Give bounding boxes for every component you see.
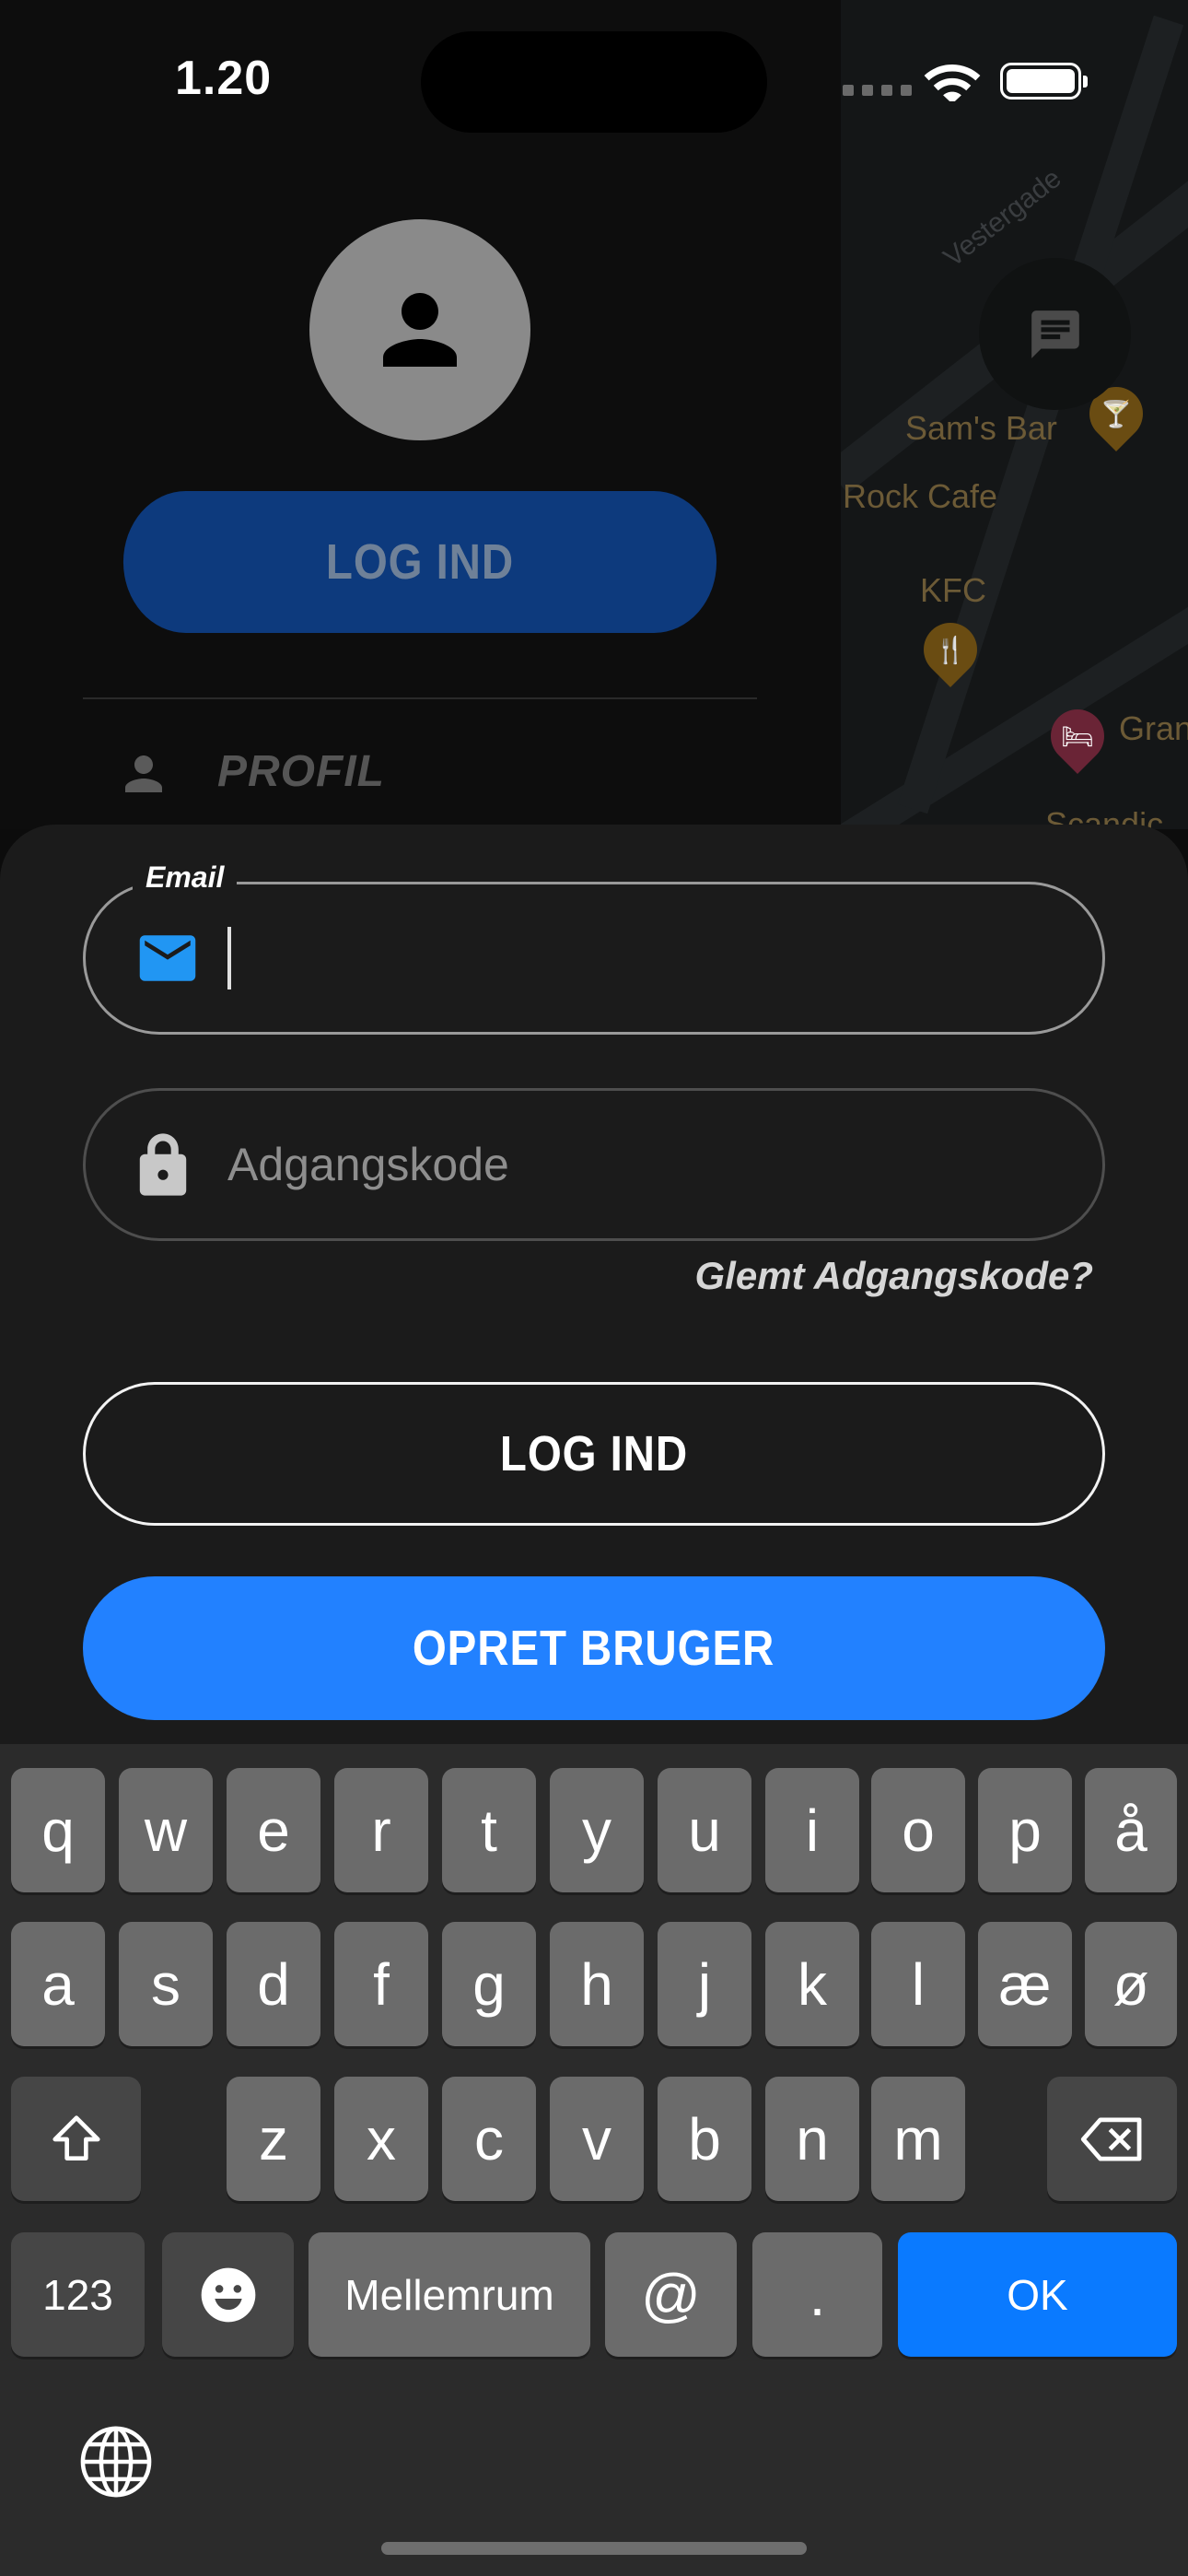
key-i[interactable]: i: [765, 1768, 859, 1892]
key-y[interactable]: y: [550, 1768, 644, 1892]
backspace-key[interactable]: [1047, 2077, 1177, 2201]
globe-icon[interactable]: [77, 2423, 155, 2500]
key-x[interactable]: x: [334, 2077, 428, 2201]
key-u[interactable]: u: [658, 1768, 751, 1892]
key-n[interactable]: n: [765, 2077, 859, 2201]
restaurant-pin-icon[interactable]: 🍴: [912, 611, 989, 688]
space-key[interactable]: Mellemrum: [309, 2232, 590, 2357]
key-k[interactable]: k: [765, 1922, 859, 2046]
key-h[interactable]: h: [550, 1922, 644, 2046]
drawer-item-profile[interactable]: PROFIL: [217, 746, 385, 797]
map-label-gran: Gran: [1119, 709, 1188, 747]
lock-icon: [137, 1133, 189, 1196]
at-key[interactable]: @: [605, 2232, 737, 2357]
map-label-kfc: KFC: [920, 571, 986, 609]
key-ae[interactable]: æ: [978, 1922, 1072, 2046]
emoji-key[interactable]: [162, 2232, 294, 2357]
map-street-label: Vestergade: [938, 162, 1067, 274]
numbers-key[interactable]: 123: [11, 2232, 145, 2357]
divider: [83, 697, 757, 699]
keyboard: q w e r t y u i o p å a s d f g h j k l …: [0, 1744, 1188, 2576]
key-j[interactable]: j: [658, 1922, 751, 2046]
login-button-label: LOG IND: [499, 1426, 689, 1481]
map-view[interactable]: Vestergade Sam's Bar Rock Cafe KFC Gran …: [841, 0, 1188, 829]
status-time: 1.20: [175, 52, 273, 105]
ok-key[interactable]: OK: [898, 2232, 1177, 2357]
password-input[interactable]: [227, 1091, 1047, 1238]
forgot-password-link[interactable]: Glemt Adgangskode?: [695, 1254, 1094, 1298]
key-aa[interactable]: å: [1085, 1768, 1177, 1892]
map-label-sams-bar: Sam's Bar: [905, 409, 1057, 447]
key-l[interactable]: l: [871, 1922, 965, 2046]
home-indicator: [381, 2542, 807, 2555]
key-w[interactable]: w: [119, 1768, 213, 1892]
backspace-icon: [1080, 2116, 1141, 2161]
key-oe[interactable]: ø: [1085, 1922, 1177, 2046]
battery-icon: [1000, 63, 1088, 100]
email-input[interactable]: [227, 884, 1047, 1032]
text-cursor: [227, 927, 231, 989]
person-icon: [383, 293, 457, 367]
key-f[interactable]: f: [334, 1922, 428, 2046]
password-field[interactable]: [83, 1088, 1105, 1241]
key-o[interactable]: o: [871, 1768, 965, 1892]
chat-icon: [1031, 310, 1079, 358]
dynamic-island: [421, 31, 767, 133]
shift-icon: [52, 2114, 100, 2160]
key-d[interactable]: d: [227, 1922, 320, 2046]
key-e[interactable]: e: [227, 1768, 320, 1892]
chat-button[interactable]: [979, 258, 1131, 410]
create-user-button-label: OPRET BRUGER: [413, 1621, 775, 1676]
key-s[interactable]: s: [119, 1922, 213, 2046]
create-user-button[interactable]: OPRET BRUGER: [83, 1576, 1105, 1720]
key-m[interactable]: m: [871, 2077, 965, 2201]
wifi-icon: [924, 64, 981, 101]
email-field[interactable]: [83, 882, 1105, 1035]
shift-key[interactable]: [11, 2077, 141, 2201]
map-label-rock-cafe: Rock Cafe: [843, 477, 998, 515]
hotel-pin-icon[interactable]: 🛏: [1039, 697, 1116, 775]
email-label: Email: [133, 861, 238, 895]
cellular-signal-icon: [843, 85, 912, 96]
email-icon: [137, 932, 198, 984]
login-button[interactable]: LOG IND: [83, 1382, 1105, 1526]
key-z[interactable]: z: [227, 2077, 320, 2201]
key-t[interactable]: t: [442, 1768, 536, 1892]
key-g[interactable]: g: [442, 1922, 536, 2046]
key-r[interactable]: r: [334, 1768, 428, 1892]
key-p[interactable]: p: [978, 1768, 1072, 1892]
key-b[interactable]: b: [658, 2077, 751, 2201]
profile-icon: [125, 755, 162, 792]
avatar[interactable]: [309, 219, 530, 440]
dot-key[interactable]: .: [752, 2232, 882, 2357]
map-road: [841, 575, 1188, 829]
key-c[interactable]: c: [442, 2077, 536, 2201]
key-a[interactable]: a: [11, 1922, 105, 2046]
emoji-icon: [201, 2267, 255, 2322]
key-q[interactable]: q: [11, 1768, 105, 1892]
key-v[interactable]: v: [550, 2077, 644, 2201]
drawer-login-button[interactable]: LOG IND: [122, 491, 717, 633]
